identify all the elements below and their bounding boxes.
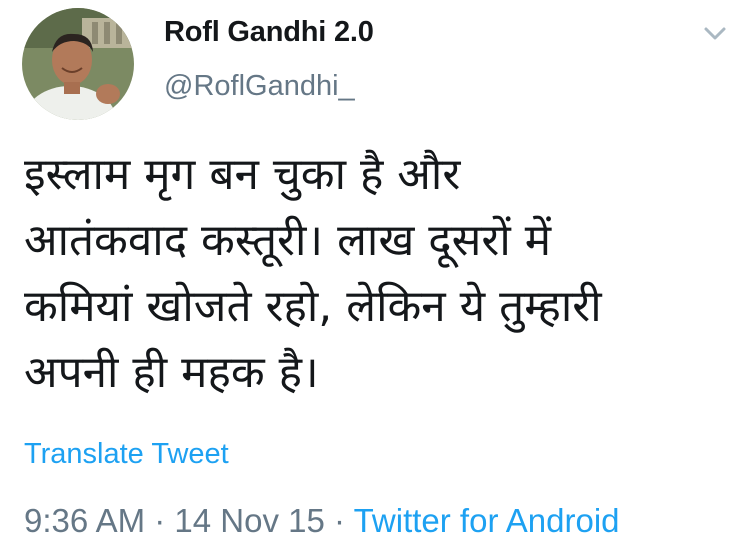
tweet-card: Rofl Gandhi 2.0 @RoflGandhi_ इस्लाम मृग … xyxy=(0,0,750,534)
meta-separator: · xyxy=(145,502,175,534)
tweet-text: इस्लाम मृग बन चुका है और आतंकवाद कस्तूरी… xyxy=(24,149,602,398)
user-handle[interactable]: @RoflGandhi_ xyxy=(164,70,355,103)
meta-separator: · xyxy=(324,502,354,534)
display-name[interactable]: Rofl Gandhi 2.0 xyxy=(164,16,374,49)
tweet-date[interactable]: 14 Nov 15 xyxy=(174,502,324,534)
chevron-down-icon[interactable] xyxy=(700,18,730,48)
avatar[interactable] xyxy=(22,8,134,120)
avatar-image xyxy=(22,8,134,120)
translate-tweet-link[interactable]: Translate Tweet xyxy=(24,438,229,471)
tweet-time[interactable]: 9:36 AM xyxy=(24,502,145,534)
tweet-source-link[interactable]: Twitter for Android xyxy=(354,502,620,534)
tweet-meta: 9:36 AM · 14 Nov 15 · Twitter for Androi… xyxy=(24,502,620,534)
